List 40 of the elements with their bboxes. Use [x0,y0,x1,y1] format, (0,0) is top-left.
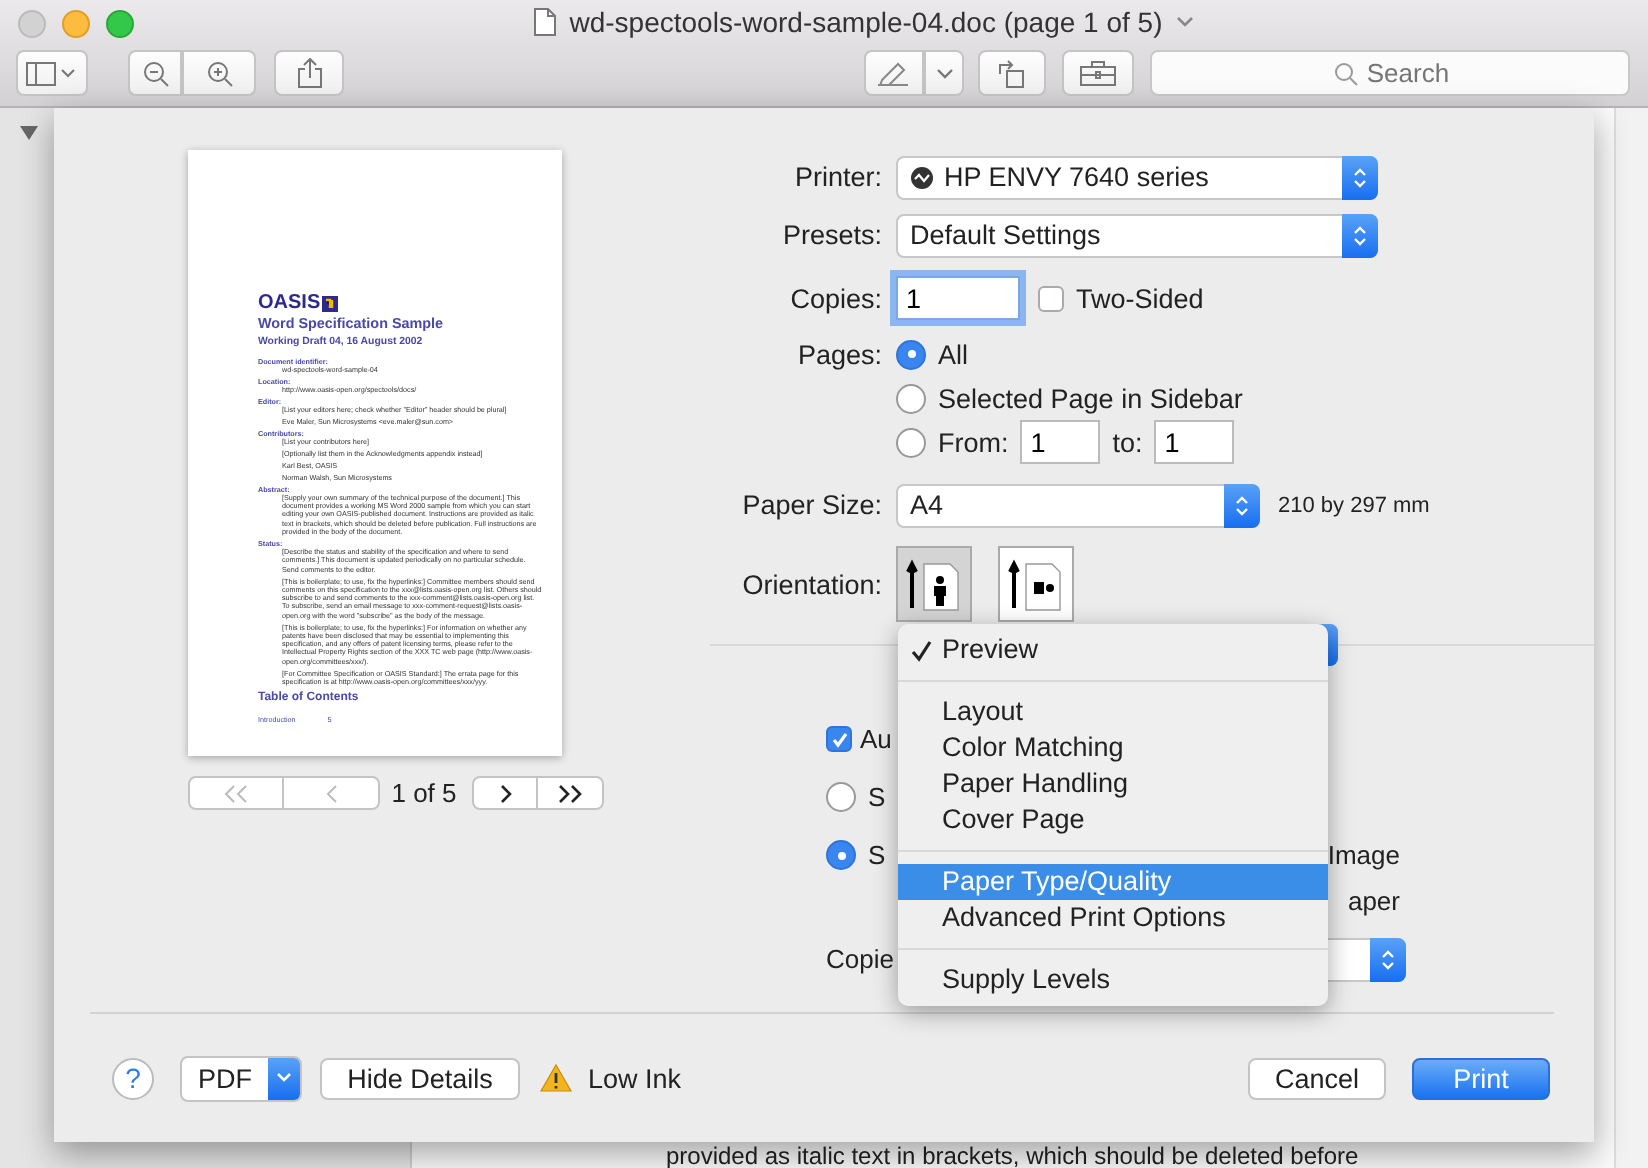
search-field[interactable]: Search [1150,50,1630,96]
menu-item[interactable]: Advanced Print Options [898,900,1328,936]
menu-item[interactable]: Cover Page [898,802,1328,838]
from-page-field[interactable]: 1 [1020,420,1101,464]
copies-label: Copies: [788,283,884,313]
paper-size-label: Paper Size: [740,490,884,520]
option-label: aper [1347,885,1400,915]
document-logo: OASIS [258,292,321,314]
window-title: wd-spectools-word-sample-04.doc (page 1 of 5) [569,6,1163,38]
copies-field[interactable]: 1 [896,276,1020,320]
menu-item[interactable]: Layout [898,694,1328,730]
option-label: Image [1327,840,1400,870]
help-button[interactable]: ? [112,1057,154,1100]
page-indicator: 1 of 5 [389,778,459,808]
pdf-menu-button[interactable]: PDF [180,1055,302,1102]
menu-item[interactable]: Supply Levels [898,962,1328,998]
two-sided-label: Two-Sided [1076,283,1204,313]
option-label: S [868,840,886,870]
option-label: S [868,782,886,812]
presets-popup[interactable]: Default Settings [896,213,1378,257]
paper-dimensions: 210 by 297 mm [1278,493,1430,517]
checkbox-label: Au [860,724,892,754]
pages-label: Pages: [797,339,882,369]
menu-item[interactable]: Color Matching [898,730,1328,766]
page-range-label: From: [938,427,1009,457]
menu-item[interactable]: Preview [898,632,1328,668]
printer-popup[interactable]: HP ENVY 7640 series [896,155,1378,199]
hide-details-button[interactable]: Hide Details [320,1057,520,1100]
copies-label: Copie [826,944,894,974]
to-page-field[interactable]: 1 [1154,420,1235,464]
orientation-label: Orientation: [740,569,884,599]
page-range-label: Selected Page in Sidebar [938,383,1243,413]
printer-label: Printer: [792,162,884,192]
to-label: to: [1112,427,1143,457]
low-ink-warning: Low Ink [588,1063,682,1094]
menu-item[interactable]: Paper Handling [898,766,1328,802]
page-range-label: All [938,339,969,369]
presets-label: Presets: [780,220,884,250]
cancel-button[interactable]: Cancel [1248,1057,1386,1100]
paper-size-popup[interactable]: A4 [896,483,1260,527]
